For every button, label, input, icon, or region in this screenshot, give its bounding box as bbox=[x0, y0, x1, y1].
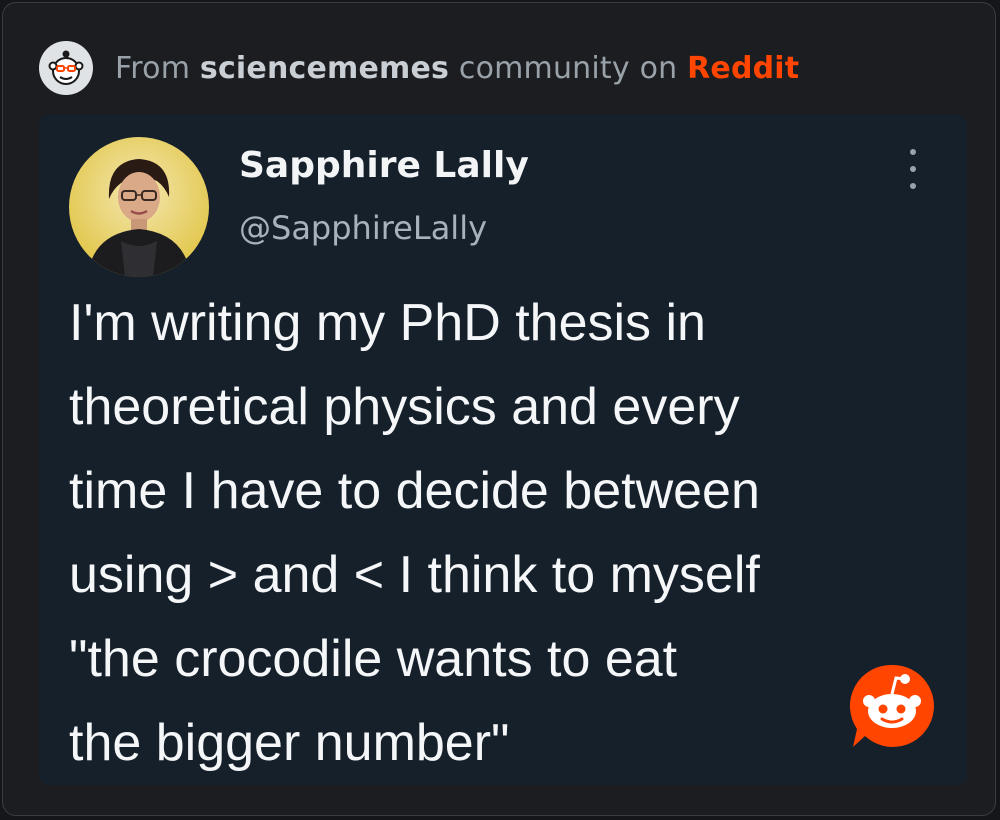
author-name[interactable]: Sapphire Lally bbox=[239, 145, 529, 186]
tweet-line: time I have to decide between bbox=[69, 462, 760, 520]
reddit-snoo-icon[interactable] bbox=[39, 41, 93, 95]
source-prefix: From bbox=[115, 50, 191, 86]
source-middle: community on bbox=[458, 50, 678, 86]
author-handle[interactable]: @SapphireLally bbox=[239, 209, 487, 247]
avatar[interactable] bbox=[69, 137, 209, 277]
platform-name[interactable]: Reddit bbox=[687, 51, 799, 86]
more-vertical-icon[interactable] bbox=[901, 149, 925, 189]
reddit-logo-icon bbox=[845, 659, 939, 753]
tweet-line: the bigger number" bbox=[69, 714, 510, 772]
meme-card: From sciencememes community on Reddit Sa… bbox=[2, 2, 996, 816]
tweet-line: using > and < I think to myself bbox=[69, 546, 760, 604]
tweet-card: Sapphire Lally @SapphireLally I'm writin… bbox=[39, 115, 967, 785]
tweet-line: "the crocodile wants to eat bbox=[69, 630, 678, 688]
tweet-text: I'm writing my PhD thesis in theoretical… bbox=[69, 281, 949, 785]
tweet-line: theoretical physics and every bbox=[69, 378, 740, 436]
community-name[interactable]: sciencememes bbox=[200, 51, 449, 86]
source-line: From sciencememes community on Reddit bbox=[115, 51, 799, 86]
source-header: From sciencememes community on Reddit bbox=[39, 40, 799, 96]
tweet-line: I'm writing my PhD thesis in bbox=[69, 294, 706, 352]
